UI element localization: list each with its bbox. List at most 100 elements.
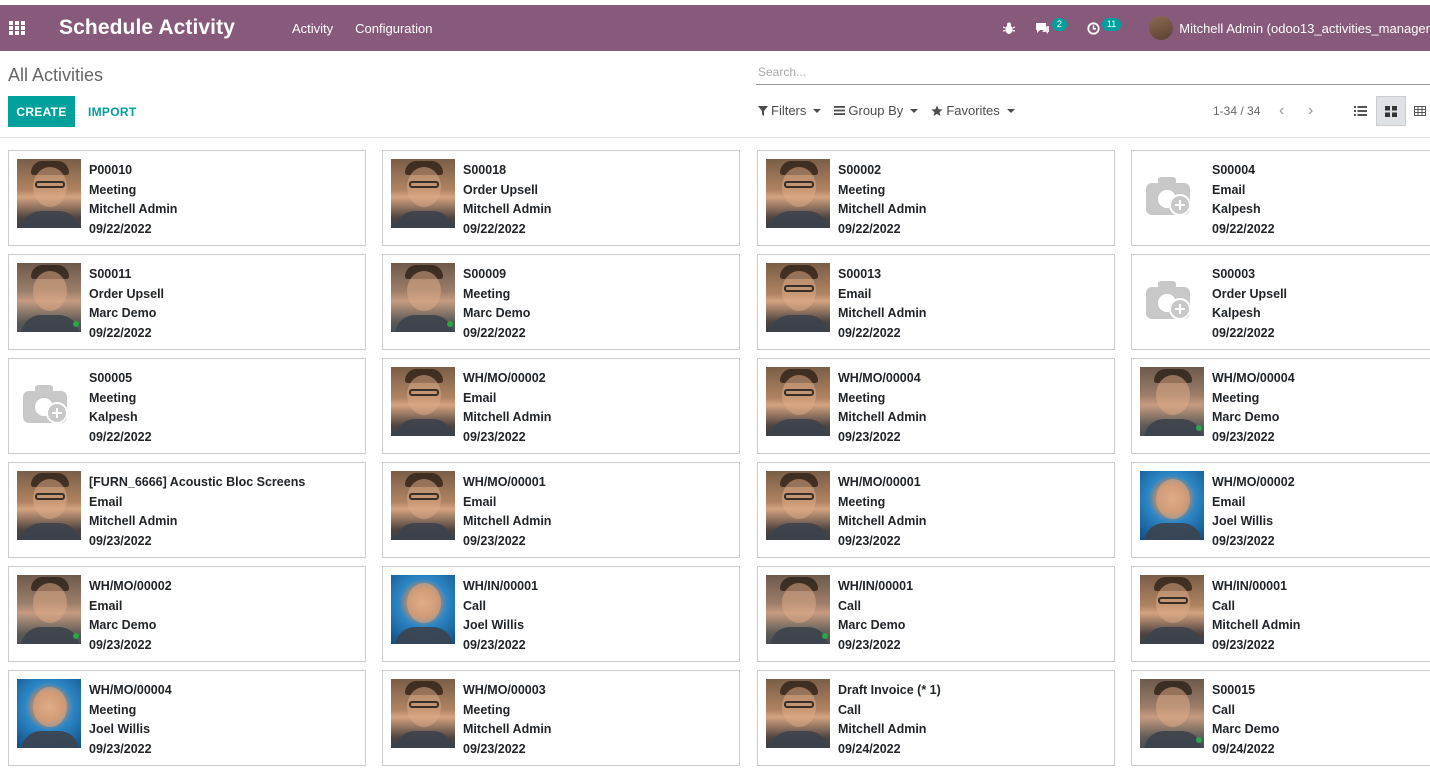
activity-type: Meeting — [463, 702, 511, 717]
activity-date: 09/22/2022 — [838, 325, 901, 340]
activity-date: 09/23/2022 — [463, 637, 526, 652]
search-options: Filters Group By Favorites — [758, 103, 1015, 118]
pager-next-icon[interactable]: › — [1308, 102, 1313, 120]
activity-date: 09/23/2022 — [838, 533, 901, 548]
activities-clock-icon[interactable]: 11 — [1087, 17, 1122, 35]
activity-user: Joel Willis — [463, 618, 525, 632]
activity-user: Mitchell Admin — [463, 202, 552, 216]
activity-user: Marc Demo — [463, 306, 531, 320]
activity-card[interactable]: S00011 Order Upsell Marc Demo 09/22/2022 — [8, 254, 366, 350]
import-button[interactable]: IMPORT — [88, 96, 136, 127]
activity-record-name: S00011 — [89, 267, 132, 281]
activity-card[interactable]: WH/MO/00002 Email Mitchell Admin 09/23/2022 — [382, 358, 740, 454]
favorites-dropdown[interactable]: Favorites — [931, 103, 1015, 118]
activity-card[interactable]: S00009 Meeting Marc Demo 09/22/2022 — [382, 254, 740, 350]
activity-date: 09/22/2022 — [838, 221, 901, 236]
user-menu[interactable]: Mitchell Admin (odoo13_activities_manage… — [1179, 21, 1430, 36]
activity-type: Meeting — [463, 286, 511, 301]
activity-card[interactable]: S00004 Email Kalpesh 09/22/2022 — [1131, 150, 1430, 246]
activity-record-name: WH/IN/00001 — [838, 579, 914, 593]
menu-item-configuration[interactable]: Configuration — [355, 21, 432, 36]
favorites-label: Favorites — [946, 103, 1000, 118]
user-photo — [766, 471, 830, 540]
kanban-view-icon[interactable] — [1376, 96, 1406, 126]
debug-bug-icon[interactable] — [1002, 22, 1015, 35]
groupby-dropdown[interactable]: Group By — [834, 103, 919, 118]
search-input[interactable]: Search... — [756, 63, 1430, 85]
list-view-icon[interactable] — [1345, 96, 1375, 126]
activity-record-name: [FURN_6666] Acoustic Bloc Screens — [89, 475, 306, 489]
user-photo — [391, 679, 455, 748]
control-panel: All Activities Search... CREATE IMPORT F… — [0, 51, 1430, 138]
activity-date: 09/22/2022 — [463, 325, 526, 340]
activity-record-name: S00004 — [1212, 163, 1256, 177]
activity-user: Mitchell Admin — [838, 202, 927, 216]
user-photo — [17, 263, 81, 332]
pager-value[interactable]: 1-34 / 34 — [1213, 104, 1260, 118]
apps-menu-icon[interactable] — [0, 5, 34, 51]
activity-card[interactable]: P00010 Meeting Mitchell Admin 09/22/2022 — [8, 150, 366, 246]
activity-record-name: WH/IN/00001 — [1212, 579, 1288, 593]
activity-type: Order Upsell — [1212, 286, 1288, 301]
activity-record-name: P00010 — [89, 163, 133, 177]
activity-card[interactable]: S00018 Order Upsell Mitchell Admin 09/22/20… — [382, 150, 740, 246]
activity-user: Marc Demo — [1212, 722, 1280, 736]
main-navbar: Schedule Activity Activity Configuration… — [0, 5, 1430, 51]
activity-card[interactable]: WH/MO/00004 Meeting Marc Demo 09/23/2022 — [1131, 358, 1430, 454]
activity-type: Order Upsell — [463, 182, 539, 197]
activity-card[interactable]: WH/MO/00001 Email Mitchell Admin 09/23/2022 — [382, 462, 740, 558]
activity-card[interactable]: S00005 Meeting Kalpesh 09/22/2022 — [8, 358, 366, 454]
activity-user: Mitchell Admin — [89, 514, 178, 528]
user-avatar[interactable] — [1149, 16, 1174, 40]
activity-card[interactable]: Draft Invoice (* 1) Call Mitchell Admin 09/… — [757, 670, 1115, 766]
activity-type: Email — [838, 286, 872, 301]
user-photo — [766, 367, 830, 436]
activity-record-name: S00005 — [89, 371, 133, 385]
activity-type: Order Upsell — [89, 286, 165, 301]
filters-dropdown[interactable]: Filters — [758, 103, 822, 118]
activity-date: 09/23/2022 — [838, 429, 901, 444]
activity-card[interactable]: [FURN_6666] Acoustic Bloc Screens Email Mi… — [8, 462, 366, 558]
activity-card[interactable]: WH/MO/00003 Meeting Mitchell Admin 09/23/20… — [382, 670, 740, 766]
activity-card[interactable]: S00013 Email Mitchell Admin 09/22/2022 — [757, 254, 1115, 350]
activity-type: Email — [463, 390, 497, 405]
messages-icon[interactable]: 2 — [1035, 17, 1067, 35]
activity-card[interactable]: WH/IN/00001 Call Marc Demo 09/23/2022 — [757, 566, 1115, 662]
user-photo — [1140, 471, 1204, 540]
activity-date: 09/23/2022 — [1212, 533, 1275, 548]
activity-record-name: WH/MO/00002 — [463, 371, 546, 385]
activity-type: Meeting — [89, 182, 137, 197]
activity-card[interactable]: S00015 Call Marc Demo 09/24/2022 — [1131, 670, 1430, 766]
activity-card[interactable]: S00003 Order Upsell Kalpesh 09/22/2022 — [1131, 254, 1430, 350]
activity-type: Email — [1212, 494, 1246, 509]
activity-record-name: S00009 — [463, 267, 507, 281]
activity-record-name: WH/MO/00004 — [1212, 371, 1295, 385]
activity-card[interactable]: WH/MO/00002 Email Marc Demo 09/23/2022 — [8, 566, 366, 662]
activity-date: 09/22/2022 — [89, 325, 152, 340]
activity-card[interactable]: WH/IN/00001 Call Joel Willis 09/23/2022 — [382, 566, 740, 662]
pivot-view-icon[interactable] — [1410, 96, 1430, 126]
filter-icon — [758, 105, 768, 116]
activity-type: Email — [1212, 182, 1246, 197]
activity-record-name: Draft Invoice (* 1) — [838, 683, 941, 697]
user-photo — [17, 575, 81, 644]
activity-user: Mitchell Admin — [838, 306, 927, 320]
activity-type: Meeting — [89, 390, 137, 405]
create-button[interactable]: CREATE — [8, 96, 75, 127]
activity-card[interactable]: WH/MO/00001 Meeting Mitchell Admin 09/23/20… — [757, 462, 1115, 558]
activity-card[interactable]: S00002 Meeting Mitchell Admin 09/22/2022 — [757, 150, 1115, 246]
app-title[interactable]: Schedule Activity — [59, 16, 235, 40]
activity-date: 09/22/2022 — [463, 221, 526, 236]
activity-date: 09/24/2022 — [838, 741, 901, 756]
activity-card[interactable]: WH/MO/00002 Email Joel Willis 09/23/2022 — [1131, 462, 1430, 558]
user-photo — [391, 575, 455, 644]
activity-card[interactable]: WH/MO/00004 Meeting Mitchell Admin 09/23/20… — [757, 358, 1115, 454]
menu-item-activity[interactable]: Activity — [292, 21, 333, 36]
user-photo — [766, 575, 830, 644]
activity-type: Call — [838, 598, 861, 613]
pager-previous-icon[interactable]: ‹ — [1279, 102, 1284, 120]
activity-card[interactable]: WH/MO/00004 Meeting Joel Willis 09/23/2022 — [8, 670, 366, 766]
activity-user: Mitchell Admin — [838, 722, 927, 736]
activity-record-name: WH/MO/00002 — [89, 579, 172, 593]
activity-card[interactable]: WH/IN/00001 Call Mitchell Admin 09/23/2022 — [1131, 566, 1430, 662]
